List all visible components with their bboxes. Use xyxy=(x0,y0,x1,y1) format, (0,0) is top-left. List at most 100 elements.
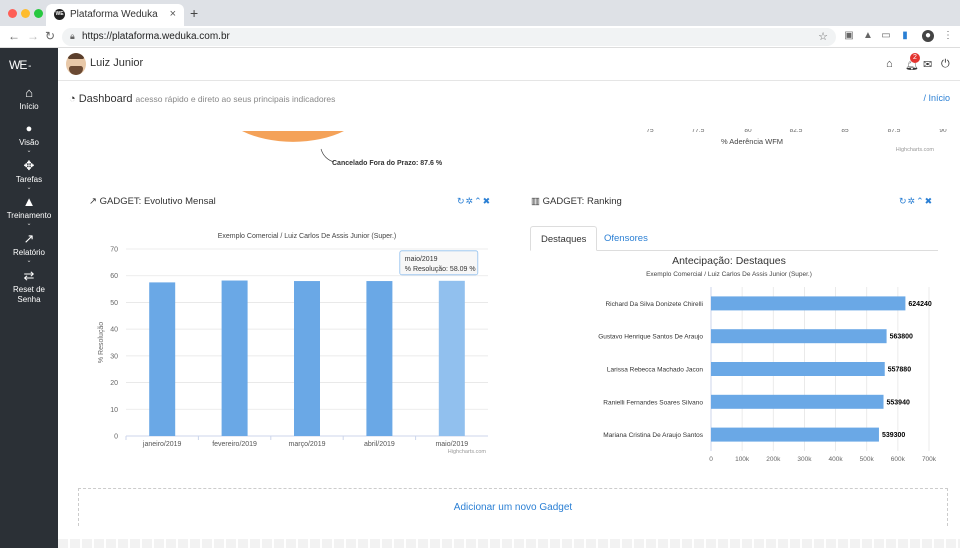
bar[interactable] xyxy=(438,280,465,436)
y-tick-label: Richard Da Silva Donizete Chirelli xyxy=(605,301,703,308)
exchange-icon: ⇄ xyxy=(23,268,35,283)
bar[interactable] xyxy=(149,282,176,436)
add-gadget-button[interactable]: Adicionar um novo Gadget xyxy=(78,488,948,526)
bar[interactable] xyxy=(294,281,320,436)
sidebar-item-inicio[interactable]: ⌂ Início xyxy=(0,86,58,112)
browser-tab[interactable]: WE Plataforma Weduka × xyxy=(46,4,184,26)
axis-tick-label: 82.5 xyxy=(790,129,803,134)
avatar[interactable] xyxy=(66,53,86,75)
y-tick-label: Larissa Rebecca Machado Jacon xyxy=(607,367,703,374)
x-tick-label: 500k xyxy=(860,456,875,463)
y-axis-title: % Resolução xyxy=(98,322,105,363)
extension-icon[interactable]: ▮ xyxy=(899,30,911,42)
pie-slice xyxy=(242,131,344,142)
new-tab-button[interactable]: + xyxy=(190,5,198,21)
axis-tick-label: 85 xyxy=(841,129,849,134)
ranking-tabs: Destaques Ofensores xyxy=(530,226,938,251)
bottom-divider xyxy=(58,539,960,548)
bar[interactable] xyxy=(711,394,884,409)
collapse-icon[interactable]: ⌃ xyxy=(916,196,925,206)
extension-icon[interactable]: ▣ xyxy=(843,30,855,42)
y-tick-label: 30 xyxy=(110,353,118,360)
bar[interactable] xyxy=(366,281,393,436)
breadcrumb[interactable]: / Início xyxy=(923,93,950,103)
chart-tooltip: maio/2019 % Resolução: 58.09 % xyxy=(399,250,479,276)
ranking-bar-chart: Antecipação: Destaques Exemplo Comercial … xyxy=(598,255,937,463)
weduka-logo[interactable]: WE - xyxy=(9,54,31,74)
axis-tick-label: 87.5 xyxy=(888,129,901,134)
sidebar-item-tarefas[interactable]: ✥ Tarefas ⌄ xyxy=(0,158,58,192)
close-icon[interactable]: ✖ xyxy=(925,196,934,206)
crosshair-icon: ✥ xyxy=(23,158,35,173)
axis-tick-label: 90 xyxy=(939,129,947,134)
y-tick-label: Ranielli Fernandes Soares Silvano xyxy=(603,399,703,406)
cast-icon[interactable]: ▭ xyxy=(880,30,892,42)
maximize-window-button[interactable] xyxy=(34,9,43,18)
tab-title: Plataforma Weduka xyxy=(70,9,158,20)
bar[interactable] xyxy=(711,296,906,311)
x-tick-label: fevereiro/2019 xyxy=(212,441,257,448)
back-icon[interactable]: ← xyxy=(8,29,20,43)
sidebar-item-label: Relatório xyxy=(12,248,45,257)
bar[interactable] xyxy=(221,280,248,436)
y-tick-label: 0 xyxy=(114,434,118,441)
power-icon[interactable]: ⏻ xyxy=(941,58,950,71)
evolutivo-bar-chart: Exemplo Comercial / Luiz Carlos De Assis… xyxy=(98,233,488,455)
data-label: 539300 xyxy=(882,432,905,439)
minimize-window-button[interactable] xyxy=(21,9,30,18)
address-bar[interactable]: 🔒︎ https://plataforma.weduka.com.br ☆ xyxy=(62,28,836,46)
sidebar-item-label: Visão xyxy=(19,138,39,147)
refresh-icon[interactable]: ↻ xyxy=(457,196,466,206)
bar[interactable] xyxy=(711,329,887,344)
chart-title: Antecipação: Destaques xyxy=(672,255,786,267)
y-tick-label: 50 xyxy=(110,300,118,307)
user-name[interactable]: Luiz Junior xyxy=(90,57,143,69)
close-icon[interactable]: ✖ xyxy=(483,196,492,206)
bar[interactable] xyxy=(711,427,879,442)
page-subtitle: acesso rápido e direto ao seus principai… xyxy=(135,94,336,104)
line-chart-icon: ↗ xyxy=(89,196,97,207)
x-tick-label: 300k xyxy=(797,456,812,463)
x-tick-label: 100k xyxy=(735,456,750,463)
x-tick-label: janeiro/2019 xyxy=(142,441,182,448)
sidebar-item-label: Início xyxy=(19,102,39,111)
menu-dots-icon[interactable]: ⋮ xyxy=(942,30,954,42)
sidebar-item-label: Treinamento xyxy=(6,211,52,220)
data-label: 624240 xyxy=(908,301,931,308)
page-title: ◔ Dashboard acesso rápido e direto ao seu… xyxy=(69,93,336,105)
main-content: ◔ Dashboard acesso rápido e direto ao seu… xyxy=(58,81,960,548)
profile-avatar-icon[interactable]: ● xyxy=(922,30,934,42)
sidebar-item-visao[interactable]: ● Visão ⌄ xyxy=(0,122,58,154)
sidebar-item-reset-senha[interactable]: ⇄ Reset de Senha xyxy=(0,269,58,305)
envelope-icon[interactable]: ✉ xyxy=(923,58,932,71)
drive-icon[interactable]: ▲ xyxy=(862,30,874,42)
tab-close-icon[interactable]: × xyxy=(170,8,176,20)
gear-icon[interactable]: ✲ xyxy=(908,196,917,206)
tab-destaques[interactable]: Destaques xyxy=(530,226,598,251)
sidebar-item-treinamento[interactable]: ▲ Treinamento ⌄ xyxy=(0,194,58,228)
reload-icon[interactable]: ↻ xyxy=(45,29,55,43)
gadget-evolutivo-title: ↗ GADGET: Evolutivo Mensal xyxy=(89,196,216,207)
refresh-icon[interactable]: ↻ xyxy=(899,196,908,206)
gadget-evolutivo-toolbar: ↻✲⌃✖ xyxy=(457,196,491,207)
gadget-ranking-title: ▥ GADGET: Ranking xyxy=(531,196,622,207)
sidebar-item-relatorio[interactable]: ↗ Relatório ⌄ xyxy=(0,231,58,265)
bar[interactable] xyxy=(711,362,885,376)
user-icon: ● xyxy=(25,123,33,135)
collapse-icon[interactable]: ⌃ xyxy=(474,196,483,206)
close-window-button[interactable] xyxy=(8,9,17,18)
tab-ofensores[interactable]: Ofensores xyxy=(594,226,658,251)
chevron-down-icon: ⌄ xyxy=(26,148,32,154)
sidebar-item-label: Reset de Senha xyxy=(12,285,46,304)
axis-tick-labels: 75 77.5 80 82.5 85 87.5 90 xyxy=(646,129,947,134)
notification-badge: 2 xyxy=(910,53,920,63)
bookmark-star-icon[interactable]: ☆ xyxy=(818,30,828,43)
line-chart-icon: ↗ xyxy=(23,231,35,246)
forward-icon[interactable]: → xyxy=(27,29,39,43)
graduation-cap-icon: ▲ xyxy=(22,194,36,209)
gear-icon[interactable]: ✲ xyxy=(466,196,475,206)
home-icon[interactable]: ⌂ xyxy=(886,58,893,70)
url-text: https://plataforma.weduka.com.br xyxy=(82,31,230,42)
tooltip-value: % Resolução: 58.09 % xyxy=(405,266,476,273)
chart-subtitle: Exemplo Comercial / Luiz Carlos De Assis… xyxy=(646,271,812,278)
